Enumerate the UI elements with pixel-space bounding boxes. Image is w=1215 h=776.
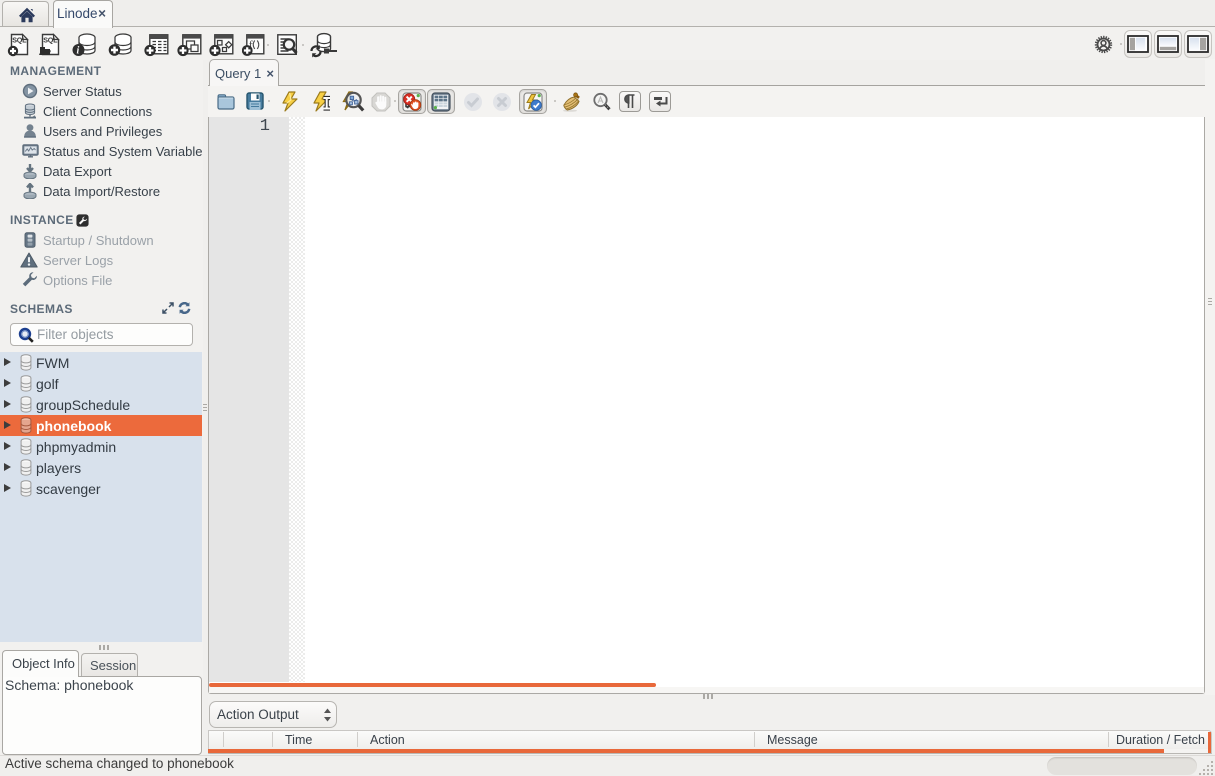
svg-text:SQL: SQL [12, 36, 27, 45]
svg-text:SQL: SQL [43, 36, 58, 45]
svg-text:i: i [77, 46, 80, 57]
